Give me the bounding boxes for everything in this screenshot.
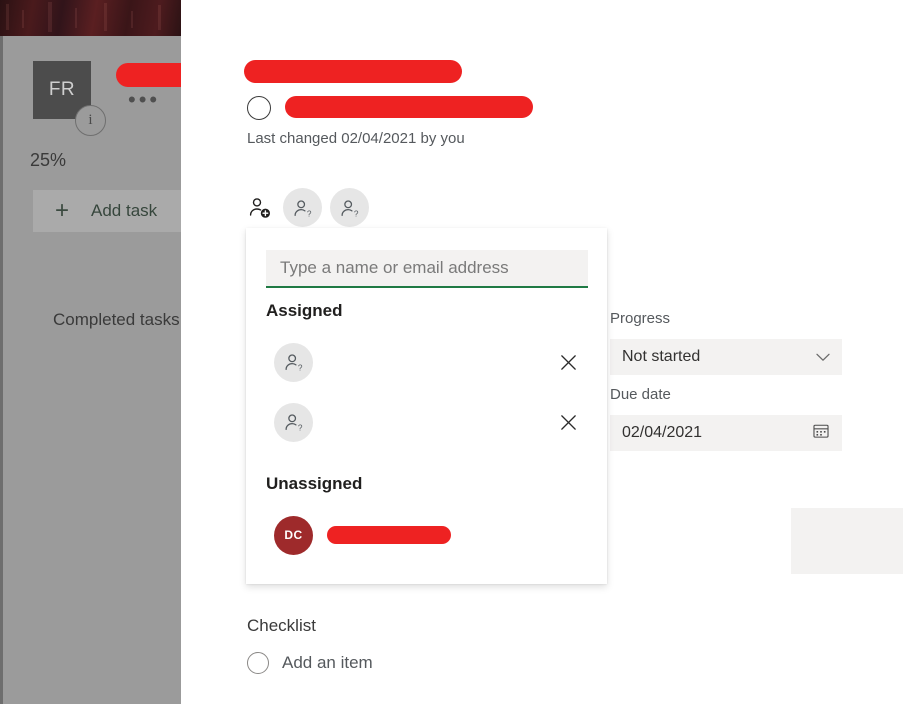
assignee-row: ? ? (243, 188, 369, 227)
assign-people-flyout: Assigned ? ? (246, 228, 607, 584)
plan-hero-image (0, 0, 181, 36)
remove-assignee-icon[interactable] (553, 347, 583, 377)
plan-info-glyph: i (88, 112, 93, 128)
assignee-avatar-icon: ? (274, 402, 313, 442)
plan-info-icon[interactable]: i (75, 105, 106, 136)
plan-overflow-glyph: ••• (128, 87, 161, 112)
svg-text:?: ? (353, 209, 358, 218)
person-name-redaction (327, 526, 451, 544)
svg-text:?: ? (297, 364, 302, 373)
progress-dropdown[interactable]: Not started (610, 339, 842, 375)
board-backdrop-overlay: FR i ••• 25% + Add task Completed tasks (0, 0, 181, 704)
due-date-input[interactable]: 02/04/2021 (610, 415, 842, 451)
checklist-item-checkbox-icon (247, 652, 269, 674)
plus-icon: + (55, 197, 70, 224)
plan-progress-percent: 25% (30, 150, 67, 170)
assignee-avatar-unknown-1[interactable]: ? (283, 188, 322, 227)
task-name-redaction (285, 96, 533, 118)
unassigned-list-item[interactable]: DC (246, 505, 607, 565)
checklist-section-title: Checklist (247, 616, 316, 635)
progress-label: Progress (610, 310, 671, 327)
assigned-section-title: Assigned (266, 301, 343, 320)
task-complete-checkbox[interactable] (247, 96, 271, 120)
remove-assignee-icon[interactable] (553, 407, 583, 437)
svg-text:?: ? (297, 424, 302, 433)
assigned-list-item[interactable]: ? (246, 332, 607, 392)
svg-text:?: ? (306, 209, 311, 218)
plan-title-redaction (116, 63, 181, 87)
completed-tasks-section-header[interactable]: Completed tasks (53, 310, 180, 330)
person-avatar: DC (274, 515, 313, 555)
last-changed-text: Last changed 02/04/2021 by you (247, 130, 465, 147)
add-assignee-icon[interactable] (243, 188, 277, 227)
unassigned-section-title: Unassigned (266, 474, 363, 493)
window-left-edge (0, 0, 3, 704)
calendar-icon[interactable] (812, 422, 830, 445)
assigned-list-item[interactable]: ? (246, 392, 607, 452)
task-title-redaction (244, 60, 462, 83)
assign-search-input[interactable] (266, 250, 588, 288)
due-date-value: 02/04/2021 (622, 424, 703, 441)
add-task-label: Add task (91, 201, 158, 220)
plan-avatar-initials: FR (48, 79, 76, 100)
person-avatar-initials: DC (284, 528, 303, 542)
assignee-avatar-unknown-2[interactable]: ? (330, 188, 369, 227)
assign-search-wrapper (266, 250, 588, 288)
checklist-add-item-row[interactable]: Add an item (247, 652, 373, 674)
notes-textarea[interactable] (791, 508, 903, 574)
checklist-add-item-label: Add an item (282, 653, 373, 672)
due-date-label: Due date (610, 386, 671, 403)
assignee-avatar-icon: ? (274, 342, 313, 382)
plan-overflow-menu-icon[interactable]: ••• (128, 89, 160, 111)
chevron-down-icon (816, 350, 830, 365)
progress-value: Not started (622, 348, 701, 365)
add-task-button[interactable]: + Add task (33, 190, 181, 232)
